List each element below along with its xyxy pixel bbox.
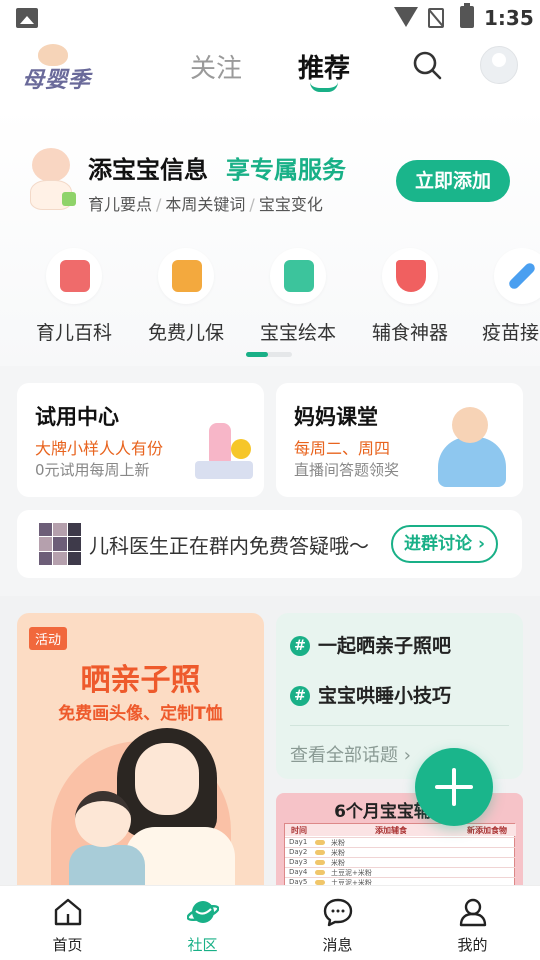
- recipe-row: Day4 土豆泥+米粉: [285, 867, 516, 877]
- category-vaccine[interactable]: 疫苗接: [466, 248, 540, 348]
- recipe-row: Day3 米粉: [285, 857, 516, 867]
- recipe-day: Day1: [289, 838, 308, 846]
- banner-subtitle: 育儿要点 / 本周关键词 / 宝宝变化: [88, 195, 323, 214]
- group-thumbnail: [39, 523, 81, 565]
- card-highlight: 每周二、周四: [294, 439, 391, 458]
- category-label: 免费儿保: [147, 322, 224, 344]
- category-label: 辅食神器: [371, 322, 448, 344]
- topic-label: 宝宝哄睡小技巧: [318, 685, 452, 707]
- recipe-table: 时间 添加辅食 新添加食物 Day1 米粉 Day2 米粉 Day3 米粉 Day4 土…: [284, 823, 516, 893]
- tab-follow[interactable]: 关注: [190, 48, 242, 85]
- activity-title: 晒亲子照: [80, 663, 201, 698]
- message-icon: [323, 898, 353, 927]
- topic-item[interactable]: # 宝宝哄睡小技巧: [290, 681, 451, 707]
- view-all-topics-link[interactable]: 查看全部话题 ›: [290, 741, 411, 767]
- doctor-group-text: 儿科医生正在群内免费答疑哦～: [89, 534, 369, 558]
- avatar[interactable]: [480, 46, 518, 84]
- category-picture-books[interactable]: 宝宝绘本: [242, 248, 354, 348]
- activity-subtitle: 免费画头像、定制T恤: [58, 704, 223, 724]
- activity-tag: 活动: [29, 627, 68, 650]
- wifi-icon: [394, 7, 418, 27]
- category-free-checkup[interactable]: 免费儿保: [130, 248, 242, 348]
- status-time: 1:35: [484, 6, 534, 30]
- baby-photo-image: [426, 403, 518, 495]
- join-group-label: 进群讨论: [404, 534, 473, 554]
- recipe-col-food: 添加辅食: [375, 826, 407, 835]
- card-title: 试用中心: [35, 405, 119, 429]
- card-subtitle: 0元试用每周上新: [35, 461, 150, 479]
- battery-charging-icon: [460, 3, 474, 28]
- baby-illustration: [24, 148, 80, 214]
- nav-label: 消息: [322, 936, 353, 954]
- trial-products-image: [187, 419, 257, 489]
- tab-recommend[interactable]: 推荐: [298, 48, 350, 85]
- recipe-col-new: 新添加食物: [467, 826, 507, 835]
- view-all-label: 查看全部话题: [290, 745, 398, 766]
- app-logo[interactable]: 母婴季: [22, 44, 102, 94]
- nav-label: 我的: [457, 936, 488, 954]
- nav-messages[interactable]: 消息: [270, 886, 405, 960]
- trial-center-card[interactable]: 试用中心 大牌小样人人有份 0元试用每周上新: [17, 383, 264, 497]
- category-label: 疫苗接: [482, 322, 540, 344]
- mom-class-card[interactable]: 妈妈课堂 每周二、周四 直播间答题领奖: [276, 383, 523, 497]
- banner-subtitle-item: 宝宝变化: [258, 195, 323, 214]
- bottom-nav: 首页 社区 消息 我的: [0, 885, 540, 960]
- hashtag-icon: #: [290, 636, 310, 656]
- hashtag-icon: #: [290, 686, 310, 706]
- food-bowl-icon: [396, 260, 426, 292]
- add-baby-button[interactable]: 立即添加: [396, 160, 510, 202]
- chart-growth-icon: [172, 260, 202, 292]
- recipe-col-time: 时间: [291, 826, 307, 835]
- profile-icon: [459, 898, 487, 927]
- recipe-row: Day2 米粉: [285, 847, 516, 857]
- recipe-day: Day4: [289, 868, 308, 876]
- category-food-tool[interactable]: 辅食神器: [354, 248, 466, 348]
- recipe-row: Day1 米粉: [285, 837, 516, 847]
- recipe-day: Day3: [289, 858, 308, 866]
- search-icon[interactable]: [412, 50, 442, 80]
- category-label: 育儿百科: [35, 322, 112, 344]
- banner-accent: 享专属服务: [226, 156, 346, 184]
- home-icon: [54, 898, 82, 926]
- create-post-button[interactable]: [415, 748, 493, 826]
- topics-card: # 一起晒亲子照吧 # 宝宝哄睡小技巧 查看全部话题 ›: [276, 613, 523, 779]
- nav-home[interactable]: 首页: [0, 886, 135, 960]
- category-label: 宝宝绘本: [259, 322, 336, 344]
- logo-text: 母婴季: [22, 68, 92, 93]
- top-nav: 母婴季 关注 推荐: [0, 36, 540, 106]
- join-group-button[interactable]: 进群讨论 ›: [391, 525, 498, 563]
- doctor-group-bar[interactable]: 儿科医生正在群内免费答疑哦～ 进群讨论 ›: [17, 510, 522, 578]
- status-bar: 1:35: [0, 0, 540, 36]
- chevron-right-icon: ›: [403, 745, 411, 766]
- picture-book-icon: [284, 260, 314, 292]
- nav-profile[interactable]: 我的: [405, 886, 540, 960]
- active-tab-indicator: [310, 82, 338, 92]
- topic-item[interactable]: # 一起晒亲子照吧: [290, 631, 451, 657]
- category-scroll-indicator: [246, 352, 268, 357]
- card-highlight: 大牌小样人人有份: [35, 439, 164, 458]
- category-parenting-wiki[interactable]: 育儿百科: [18, 248, 130, 348]
- no-sim-icon: [428, 8, 444, 28]
- recipe-table-header: 时间 添加辅食 新添加食物: [285, 824, 516, 836]
- card-title: 妈妈课堂: [294, 405, 378, 429]
- nav-community[interactable]: 社区: [135, 886, 270, 960]
- card-subtitle: 直播间答题领奖: [294, 461, 400, 479]
- divider: [290, 725, 509, 726]
- book-search-icon: [60, 260, 90, 292]
- topic-label: 一起晒亲子照吧: [318, 635, 452, 657]
- planet-icon: [187, 901, 219, 923]
- chevron-right-icon: ›: [477, 534, 485, 554]
- banner-title: 添宝宝信息: [88, 156, 208, 184]
- nav-label: 社区: [187, 936, 218, 954]
- banner-subtitle-item: 育儿要点: [88, 195, 153, 214]
- image-notification-icon: [16, 8, 38, 28]
- banner-subtitle-item: 本周关键词: [165, 195, 246, 214]
- vaccine-syringe-icon: [507, 261, 537, 291]
- activity-card[interactable]: 活动 晒亲子照 免费画头像、定制T恤: [17, 613, 264, 903]
- recipe-day: Day2: [289, 848, 308, 856]
- nav-label: 首页: [52, 936, 83, 954]
